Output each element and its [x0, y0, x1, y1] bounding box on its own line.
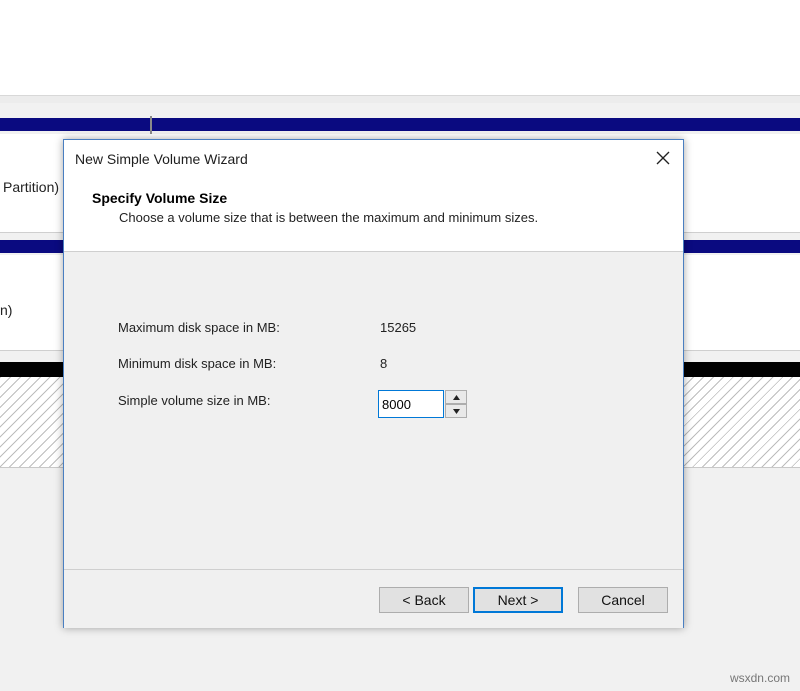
caret-up-icon	[452, 394, 460, 400]
min-space-value: 8	[380, 356, 388, 371]
disk-divider	[150, 116, 152, 136]
back-button[interactable]: < Back	[379, 587, 469, 613]
new-simple-volume-wizard: New Simple Volume Wizard Specify Volume …	[63, 139, 684, 628]
max-space-label: Maximum disk space in MB:	[118, 320, 280, 335]
volume-size-stepper	[378, 390, 467, 418]
close-icon	[656, 151, 670, 165]
spin-up-button[interactable]	[445, 390, 467, 404]
min-space-label: Minimum disk space in MB:	[118, 356, 277, 371]
wizard-footer: < Back Next > Cancel	[64, 569, 683, 628]
max-space-value: 15265	[380, 320, 417, 335]
next-button[interactable]: Next >	[473, 587, 563, 613]
wizard-header: Specify Volume Size Choose a volume size…	[64, 176, 683, 252]
partition-label-1: Partition)	[3, 179, 60, 195]
dialog-title: New Simple Volume Wizard	[75, 151, 248, 167]
close-button[interactable]	[651, 146, 675, 170]
step-title: Specify Volume Size	[92, 190, 228, 206]
watermark: wsxdn.com	[729, 671, 790, 685]
disk-bar-right	[152, 118, 800, 131]
step-subtitle: Choose a volume size that is between the…	[119, 210, 539, 225]
spin-down-button[interactable]	[445, 404, 467, 418]
spin-buttons	[445, 390, 467, 418]
volume-size-label: Simple volume size in MB:	[118, 393, 271, 408]
screen: Partition) n) New Simple Volume Wizard S…	[0, 0, 800, 691]
cancel-button[interactable]: Cancel	[578, 587, 668, 613]
volume-size-input[interactable]	[378, 390, 444, 418]
wizard-content: Maximum disk space in MB: 15265 Minimum …	[64, 252, 683, 569]
partition-label-2: n)	[0, 302, 13, 318]
bg-window-edge	[0, 95, 800, 103]
dialog-titlebar[interactable]: New Simple Volume Wizard	[64, 140, 683, 176]
disk-bar-left	[0, 118, 150, 131]
caret-down-icon	[452, 408, 460, 414]
